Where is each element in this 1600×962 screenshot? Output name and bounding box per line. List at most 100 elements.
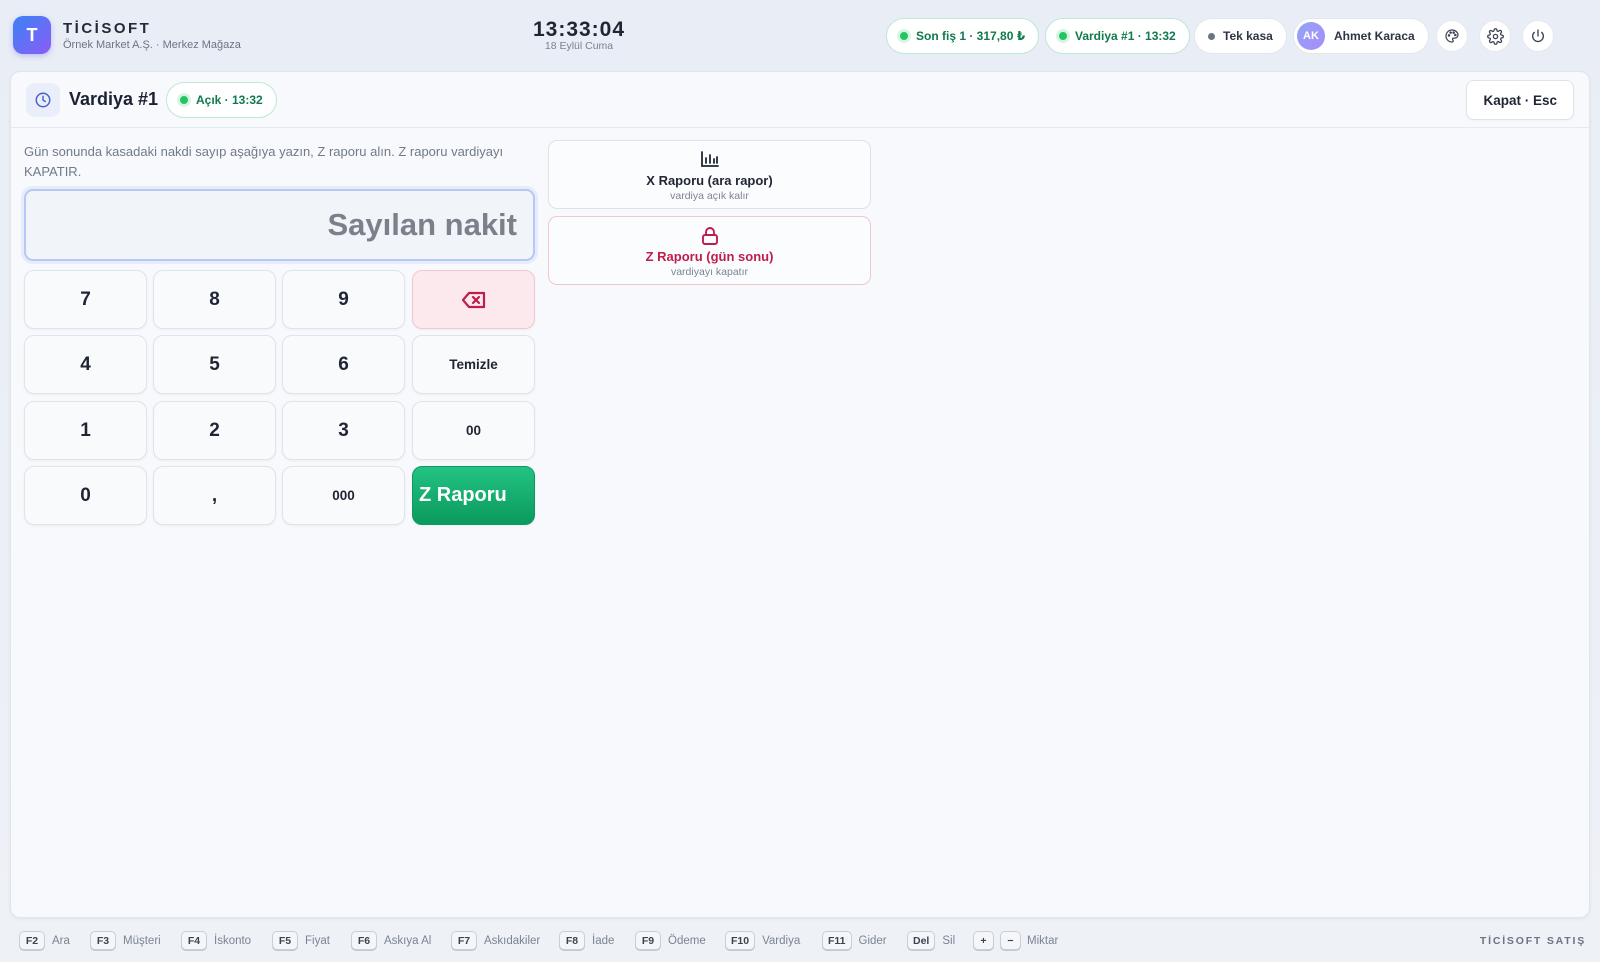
key-comma[interactable]: , (153, 466, 276, 525)
status-dot-icon (900, 32, 908, 40)
shortcut-del[interactable]: Del Sil (907, 931, 955, 950)
app-logo: T (13, 16, 51, 54)
shortcut-f2[interactable]: F2 Ara (19, 931, 70, 950)
footer-brand: TİCİSOFT SATIŞ (1479, 935, 1586, 947)
clock-icon (35, 92, 51, 108)
shortcut-label: Vardiya (762, 934, 801, 947)
z-report-sub: vardiyayı kapatır (670, 266, 749, 278)
shift-pill[interactable]: Vardiya #1 · 13:32 (1045, 18, 1190, 54)
shortcut-label: İade (592, 934, 615, 947)
key-2[interactable]: 2 (153, 401, 276, 460)
key-6[interactable]: 6 (282, 335, 405, 394)
key-4[interactable]: 4 (24, 335, 147, 394)
key-8[interactable]: 8 (153, 270, 276, 329)
shortcut-label: İskonto (214, 934, 252, 947)
avatar: AK (1297, 22, 1325, 50)
shortcut-label: Müşteri (123, 934, 161, 947)
lock-icon (701, 227, 718, 245)
key-cap: F5 (272, 931, 298, 950)
shortcut-label: Fiyat (305, 934, 330, 947)
shortcut-f11[interactable]: F11 Gider (822, 931, 887, 950)
theme-button[interactable] (1436, 20, 1468, 52)
cash-display[interactable] (24, 189, 535, 261)
x-report-sub: vardiya açık kalır (670, 190, 749, 202)
shortcut-bar: F2 Ara F3 Müşteri F4 İskonto F5 Fiyat F6 Askı… (0, 924, 1600, 962)
bar-chart-icon (700, 151, 719, 167)
shortcut-f9[interactable]: F9 Ödeme (635, 931, 706, 950)
key-cap: F6 (351, 931, 377, 950)
panel-title: Vardiya #1 (69, 89, 159, 109)
user-pill[interactable]: AK Ahmet Karaca (1293, 18, 1429, 54)
shortcut-f6[interactable]: F6 Askıya Al (351, 931, 431, 950)
shortcut-f7[interactable]: F7 Askıdakiler (451, 931, 540, 950)
clock-icon-box (26, 83, 60, 117)
palette-icon (1445, 29, 1459, 43)
key-1[interactable]: 1 (24, 401, 147, 460)
key-000[interactable]: 000 (282, 466, 405, 525)
settings-button[interactable] (1479, 20, 1511, 52)
company-name: Örnek Market A.Ş. · Merkez Mağaza (63, 39, 241, 51)
brand-name: TİCİSOFT (63, 20, 152, 37)
key-9[interactable]: 9 (282, 270, 405, 329)
x-report-label: X Raporu (ara rapor) (646, 173, 773, 188)
panel-header: Vardiya #1 Açık · 13:32 Kapat · Esc (11, 72, 1589, 128)
key-cap: F10 (725, 931, 756, 950)
shortcut-label: Askıdakiler (484, 934, 541, 947)
shift-panel: Vardiya #1 Açık · 13:32 Kapat · Esc Gün … (10, 71, 1590, 918)
shortcut-f4[interactable]: F4 İskonto (181, 931, 251, 950)
shortcut-f5[interactable]: F5 Fiyat (272, 931, 330, 950)
shortcut-label: Gider (858, 934, 887, 947)
key-cap: F3 (90, 931, 116, 950)
key-cap: F9 (635, 931, 661, 950)
gear-icon (1486, 27, 1504, 45)
counted-cash-input[interactable] (26, 207, 517, 243)
z-report-submit-button[interactable]: Z Raporu (412, 466, 535, 525)
close-button[interactable]: Kapat · Esc (1466, 80, 1574, 120)
register-pill[interactable]: Tek kasa (1194, 18, 1287, 54)
key-3[interactable]: 3 (282, 401, 405, 460)
x-report-button[interactable]: X Raporu (ara rapor) vardiya açık kalır (548, 140, 871, 209)
shift-status-label: Açık · 13:32 (196, 93, 263, 107)
status-dot-icon (180, 96, 188, 104)
status-dot-icon (1208, 32, 1215, 40)
key-0[interactable]: 0 (24, 466, 147, 525)
shortcut-label: Askıya Al (384, 934, 432, 947)
key-cap: F4 (181, 931, 207, 950)
shortcut-label: Ara (52, 934, 70, 947)
key-5[interactable]: 5 (153, 335, 276, 394)
power-icon (1532, 29, 1544, 43)
backspace-button[interactable] (412, 270, 535, 329)
key-cap-minus: − (1000, 931, 1021, 950)
shortcut-f3[interactable]: F3 Müşteri (90, 931, 161, 950)
register-label: Tek kasa (1223, 29, 1273, 43)
clear-button[interactable]: Temizle (412, 335, 535, 394)
z-report-label: Z Raporu (gün sonu) (645, 249, 774, 264)
clock-date: 18 Eylül Cuma (544, 40, 614, 52)
shift-status-badge: Açık · 13:32 (166, 82, 277, 118)
user-name: Ahmet Karaca (1334, 29, 1415, 43)
shift-label: Vardiya #1 · 13:32 (1075, 29, 1176, 43)
shortcut-f10[interactable]: F10 Vardiya (725, 931, 800, 950)
last-receipt-pill[interactable]: Son fiş 1 · 317,80 ₺ (886, 18, 1040, 54)
logout-button[interactable] (1522, 20, 1554, 52)
shortcut-label: Miktar (1027, 934, 1059, 947)
shortcut-f8[interactable]: F8 İade (559, 931, 614, 950)
shortcut-quantity[interactable]: + − Miktar (973, 931, 1058, 950)
instruction-text: Gün sonunda kasadaki nakdi sayıp aşağıya… (24, 144, 504, 179)
key-cap: F8 (559, 931, 585, 950)
last-receipt-label: Son fiş 1 · 317,80 ₺ (916, 29, 1026, 43)
shortcut-label: Ödeme (668, 934, 706, 947)
key-cap: F11 (822, 931, 852, 950)
status-dot-icon (1059, 32, 1067, 40)
key-cap: F7 (451, 931, 477, 950)
top-bar: T TİCİSOFT Örnek Market A.Ş. · Merkez Ma… (0, 0, 1600, 66)
key-00[interactable]: 00 (412, 401, 535, 460)
key-cap: Del (907, 931, 936, 950)
key-cap: F2 (19, 931, 45, 950)
backspace-icon (461, 291, 485, 308)
clock-time: 13:33:04 (532, 18, 626, 41)
key-7[interactable]: 7 (24, 270, 147, 329)
z-report-button[interactable]: Z Raporu (gün sonu) vardiyayı kapatır (548, 216, 871, 285)
shortcut-label: Sil (942, 934, 956, 947)
key-cap-plus: + (973, 931, 994, 950)
